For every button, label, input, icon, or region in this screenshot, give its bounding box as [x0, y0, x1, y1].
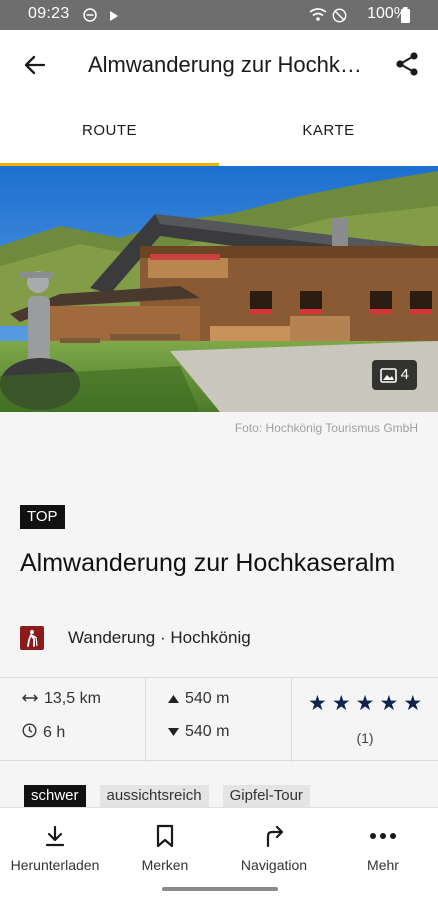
tour-stats: 13,5 km 6 h 540 m 540 m ★ ★ ★ ★ ★ (1) — [0, 677, 438, 762]
star-icon: ★ — [308, 692, 327, 715]
wifi-icon — [309, 8, 327, 27]
status-bar: 09:23 100% — [0, 0, 438, 30]
hiking-icon — [20, 626, 44, 650]
share-icon[interactable] — [394, 51, 420, 77]
bottom-action-bar: Herunterladen Merken Navigation Mehr — [0, 807, 438, 900]
star-icon: ★ — [331, 692, 351, 715]
stats-distance-duration: 13,5 km 6 h — [0, 678, 146, 762]
top-badge: TOP — [20, 505, 65, 529]
more-button[interactable]: Mehr — [328, 808, 438, 886]
download-button[interactable]: Herunterladen — [0, 808, 110, 886]
tag-list: schwer aussichtsreich Gipfel-Tour — [24, 785, 310, 807]
tour-title: Almwanderung zur Hochkaseralm — [20, 549, 396, 577]
download-label: Herunterladen — [10, 857, 100, 873]
tab-bar: ROUTE KARTE — [0, 100, 438, 166]
download-icon — [41, 822, 69, 850]
no-sim-icon — [332, 8, 347, 28]
tab-route[interactable]: ROUTE — [0, 100, 219, 166]
star-icon: ★ — [403, 692, 423, 715]
clock-icon — [22, 723, 37, 743]
tag-chip: Gipfel-Tour — [222, 785, 310, 807]
ascent-icon — [168, 690, 179, 708]
more-label: Mehr — [367, 857, 399, 873]
descent-icon — [168, 723, 179, 741]
do-not-disturb-icon — [83, 8, 97, 27]
hero-photo[interactable]: 4 — [0, 166, 438, 412]
play-icon — [109, 9, 119, 27]
distance-icon — [22, 690, 38, 708]
tour-category: Wanderung · Hochkönig — [20, 626, 251, 650]
battery-icon — [401, 7, 410, 28]
photo-gallery-button[interactable]: 4 — [371, 360, 417, 390]
arrow-left-icon[interactable] — [22, 52, 48, 78]
status-time: 09:23 — [28, 5, 70, 22]
photo-count: 4 — [400, 366, 409, 383]
turn-right-arrow-icon — [260, 822, 288, 850]
app-bar: Almwanderung zur Hochkaseralm — [0, 30, 438, 100]
photo-credit: Foto: Hochkönig Tourismus GmbH — [234, 421, 418, 435]
navigation-button[interactable]: Navigation — [219, 808, 329, 886]
tab-karte[interactable]: KARTE — [219, 100, 438, 166]
home-indicator[interactable] — [162, 887, 278, 891]
rating-stars: ★ ★ ★ ★ ★ — [308, 692, 422, 716]
star-icon: ★ — [379, 692, 399, 715]
stats-rating[interactable]: ★ ★ ★ ★ ★ (1) — [292, 678, 438, 762]
navigation-label: Navigation — [240, 857, 308, 873]
tag-chip: aussichtsreich — [99, 785, 209, 807]
ascent-value: 540 m — [185, 690, 230, 707]
page-title: Almwanderung zur Hochkaseralm — [88, 52, 363, 77]
descent-value: 540 m — [185, 723, 230, 740]
bookmark-button[interactable]: Merken — [110, 808, 220, 886]
distance-value: 13,5 km — [44, 690, 101, 707]
bookmark-label: Merken — [141, 857, 189, 873]
duration-value: 6 h — [43, 724, 66, 741]
rating-count: (1) — [356, 730, 374, 746]
stats-elevation: 540 m 540 m — [146, 678, 292, 762]
category-label: Wanderung · Hochkönig — [68, 628, 251, 647]
more-dots-icon — [369, 822, 397, 850]
image-icon — [379, 367, 397, 383]
bookmark-icon — [151, 822, 179, 850]
star-icon: ★ — [355, 692, 375, 715]
tag-chip: schwer — [24, 785, 86, 807]
